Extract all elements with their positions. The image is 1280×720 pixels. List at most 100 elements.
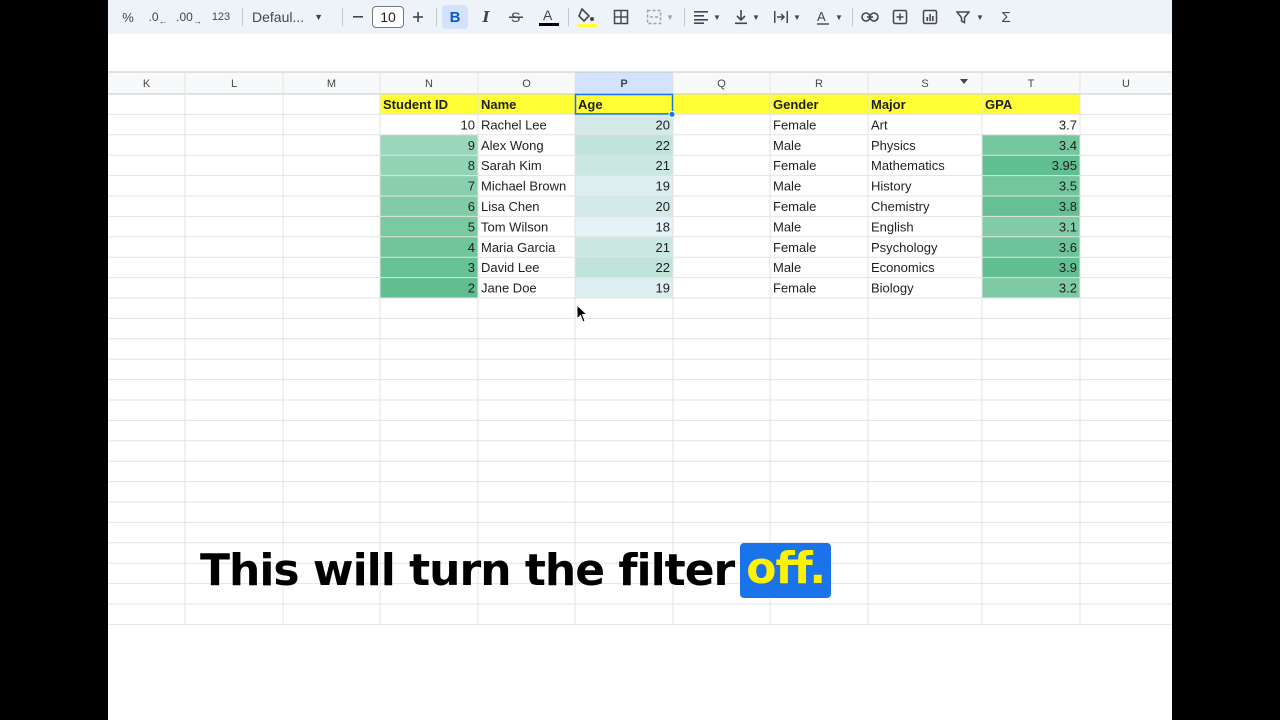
major-cell: Chemistry [871,199,930,214]
age-cell: 20 [656,199,670,214]
horizontal-align-button[interactable]: ▼ [690,5,724,29]
filter-icon [956,11,971,24]
column-header-k: K [143,78,151,90]
age-cell: 19 [656,281,670,296]
strikethrough-button[interactable]: S [504,5,528,29]
gender-cell: Female [773,199,816,214]
gpa-color-scale-cell [982,257,1080,278]
column-header-l: L [231,78,237,90]
caret-down-icon: ▼ [976,12,984,22]
name-cell: Alex Wong [481,138,544,153]
major-cell: Psychology [871,240,938,255]
age-cell: 18 [656,219,670,234]
gender-cell: Female [773,117,816,132]
id-color-scale-cell [380,196,478,217]
student-id-cell: 9 [468,138,475,153]
id-color-scale-cell [380,277,478,298]
text-rotation-button[interactable]: A ▼ [812,5,846,29]
increase-font-size-button[interactable] [408,5,428,29]
svg-text:A: A [817,9,826,24]
age-cell: 19 [656,179,670,194]
sheet-area-top [108,34,1172,72]
gpa-color-scale-cell [982,216,1080,237]
video-caption: This will turn the filter off. [200,540,832,600]
filter-button[interactable]: ▼ [950,5,990,29]
bold-button[interactable]: B [442,5,468,29]
header-cell: Name [481,97,516,112]
toolbar-divider [436,8,437,26]
vertical-align-button[interactable]: ▼ [730,5,764,29]
student-id-cell: 3 [468,260,475,275]
student-id-cell: 5 [468,219,475,234]
age-color-scale-cell [575,236,673,258]
merge-cells-button[interactable]: ▼ [642,5,678,29]
chart-icon [922,9,938,25]
gender-cell: Female [773,281,816,296]
filter-dropdown-icon [960,79,968,84]
insert-comment-button[interactable] [888,5,912,29]
header-cell: Major [871,97,906,112]
font-size-input[interactable]: 10 [372,6,404,28]
decrease-decimal-button[interactable]: .0 ← [146,5,170,29]
id-color-scale-cell [380,175,478,196]
minus-icon [353,16,363,18]
borders-button[interactable] [610,5,632,29]
header-row-fill [380,94,1080,115]
fill-color-button[interactable] [574,5,600,29]
increase-decimal-button[interactable]: .00 → [176,5,202,29]
major-cell: English [871,219,914,234]
header-cell: Age [578,97,603,112]
gender-cell: Male [773,179,801,194]
caret-down-icon: ▼ [835,12,843,22]
format-percent-button[interactable]: % [118,5,138,29]
selected-column-fill [575,94,673,298]
gpa-cell: 3.8 [1059,199,1077,214]
gpa-color-scale-cell [982,196,1080,217]
column-header-m: M [327,78,336,90]
align-left-icon [694,11,709,24]
fill-handle [668,110,676,118]
add-comment-icon [892,9,908,25]
toolbar-divider [852,8,853,26]
caption-highlight: off. [740,542,832,598]
id-color-scale-cell [380,134,478,156]
toolbar: % .0← .00→ 123 Defaul... ▼ 10 B I S A [108,0,1172,34]
font-family-dropdown[interactable]: Defaul... ▼ [252,5,334,29]
italic-button[interactable]: I [474,5,498,29]
caret-down-icon: ▼ [752,12,760,22]
text-color-icon: A [539,7,559,26]
font-family-value: Defaul... [252,9,305,25]
column-header-p: P [620,78,627,90]
caption-text: This will turn the filter [200,544,735,596]
toolbar-divider [342,8,343,26]
number-format-button[interactable]: 123 [208,5,234,29]
column-header-bar [108,72,1172,94]
text-wrapping-button[interactable]: ▼ [770,5,804,29]
major-cell: Mathematics [871,158,945,173]
gpa-color-scale-cell [982,175,1080,196]
major-cell: History [871,179,912,194]
borders-icon [613,9,629,25]
major-cell: Economics [871,260,935,275]
student-id-cell: 8 [468,158,475,173]
column-header-n: N [425,78,433,90]
caret-down-icon: ▼ [314,12,324,22]
age-cell: 21 [656,240,670,255]
gender-cell: Female [773,240,816,255]
decrease-font-size-button[interactable] [348,5,368,29]
id-color-scale-cell [380,257,478,278]
name-cell: Lisa Chen [481,199,540,214]
name-cell: Michael Brown [481,179,566,194]
age-color-scale-cell [575,277,673,298]
gpa-color-scale-cell [982,277,1080,298]
age-cell: 22 [656,138,670,153]
column-header-q: Q [717,78,726,90]
major-cell: Biology [871,281,914,296]
name-cell: Maria Garcia [481,240,556,255]
text-color-button[interactable]: A [536,5,562,29]
insert-chart-button[interactable] [918,5,942,29]
functions-button[interactable]: Σ [996,5,1016,29]
gpa-cell: 3.95 [1052,158,1077,173]
insert-link-button[interactable] [858,5,882,29]
gender-cell: Female [773,158,816,173]
